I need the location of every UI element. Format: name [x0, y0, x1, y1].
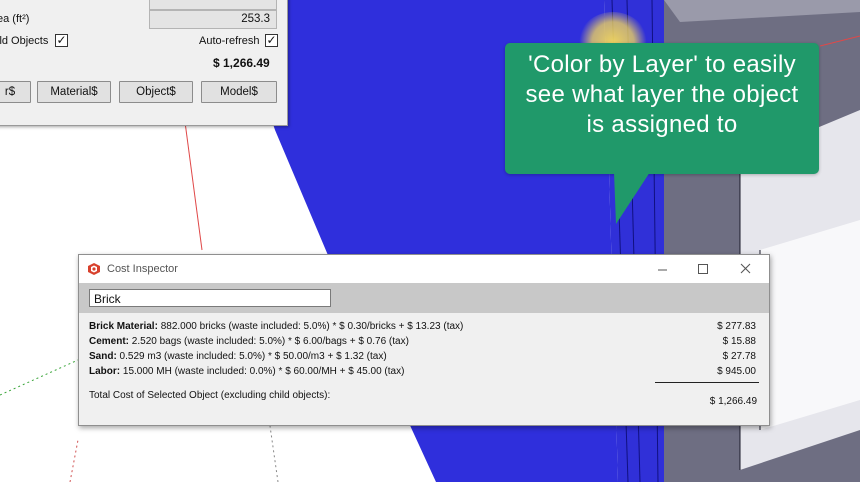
child-objects-checkbox[interactable]: ✓	[55, 34, 68, 47]
cost-row-amount: $ 15.88	[722, 336, 756, 347]
cost-settings-panel: ea (ft²) 253.3 ild Objects ✓ Auto-refres…	[0, 0, 288, 126]
sketchup-logo-icon	[88, 263, 100, 275]
area-field[interactable]: 253.3	[149, 10, 277, 29]
search-bar	[79, 283, 769, 313]
auto-refresh-checkbox[interactable]: ✓	[265, 34, 278, 47]
cost-row-detail: 0.529 m3 (waste included: 5.0%) * $ 50.0…	[116, 351, 387, 362]
callout-pointer	[614, 172, 650, 224]
red-axis-line	[184, 121, 203, 251]
cost-row-detail: 882.000 bricks (waste included: 5.0%) * …	[157, 321, 464, 332]
red-guide-line	[69, 439, 79, 482]
layer-cost-button[interactable]: r$	[0, 81, 31, 103]
close-icon[interactable]	[736, 260, 756, 278]
cost-row-amount: $ 945.00	[717, 366, 756, 377]
cost-row-cement: Cement: 2.520 bags (waste included: 5.0%…	[89, 336, 759, 349]
gray-guide-line	[269, 425, 279, 482]
sum-divider	[655, 382, 759, 383]
object-cost-button[interactable]: Object$	[119, 81, 193, 103]
total-cost-label: Total Cost of Selected Object (excluding…	[89, 390, 331, 401]
cost-row-sand: Sand: 0.529 m3 (waste included: 5.0%) * …	[89, 351, 759, 364]
window-title: Cost Inspector	[107, 263, 178, 275]
material-search-input[interactable]	[89, 289, 331, 307]
cost-row-detail: 2.520 bags (waste included: 5.0%) * $ 6.…	[129, 336, 409, 347]
area-label: ea (ft²)	[0, 13, 30, 25]
auto-refresh-label: Auto-refresh	[199, 35, 260, 47]
white-notch-inner	[760, 220, 860, 430]
cost-row-amount: $ 27.78	[722, 351, 756, 362]
cost-row-name: Labor:	[89, 366, 121, 377]
panel-total-amount: $ 1,266.49	[213, 56, 270, 70]
green-guide-line	[0, 359, 79, 396]
maximize-icon[interactable]	[693, 260, 713, 278]
child-objects-label: ild Objects	[0, 35, 49, 47]
callout-bubble: 'Color by Layer' to easily see what laye…	[505, 43, 819, 174]
cost-inspector-window: Cost Inspector Brick Material: 882.000 b…	[78, 254, 770, 426]
window-titlebar[interactable]: Cost Inspector	[79, 255, 769, 283]
cost-row-name: Brick Material:	[89, 321, 158, 332]
cost-row-name: Sand:	[89, 351, 117, 362]
material-cost-button[interactable]: Material$	[37, 81, 111, 103]
cost-row-labor: Labor: 15.000 MH (waste included: 0.0%) …	[89, 366, 759, 379]
cost-row-detail: 15.000 MH (waste included: 0.0%) * $ 60.…	[120, 366, 405, 377]
cost-row-name: Cement:	[89, 336, 130, 347]
minimize-icon[interactable]	[653, 260, 673, 278]
callout-text: 'Color by Layer' to easily see what laye…	[525, 51, 799, 138]
total-cost-value: $ 1,266.49	[709, 396, 757, 407]
cost-row-brick: Brick Material: 882.000 bricks (waste in…	[89, 321, 759, 334]
top-value-field[interactable]	[149, 0, 277, 10]
cost-row-amount: $ 277.83	[717, 321, 756, 332]
model-cost-button[interactable]: Model$	[201, 81, 277, 103]
